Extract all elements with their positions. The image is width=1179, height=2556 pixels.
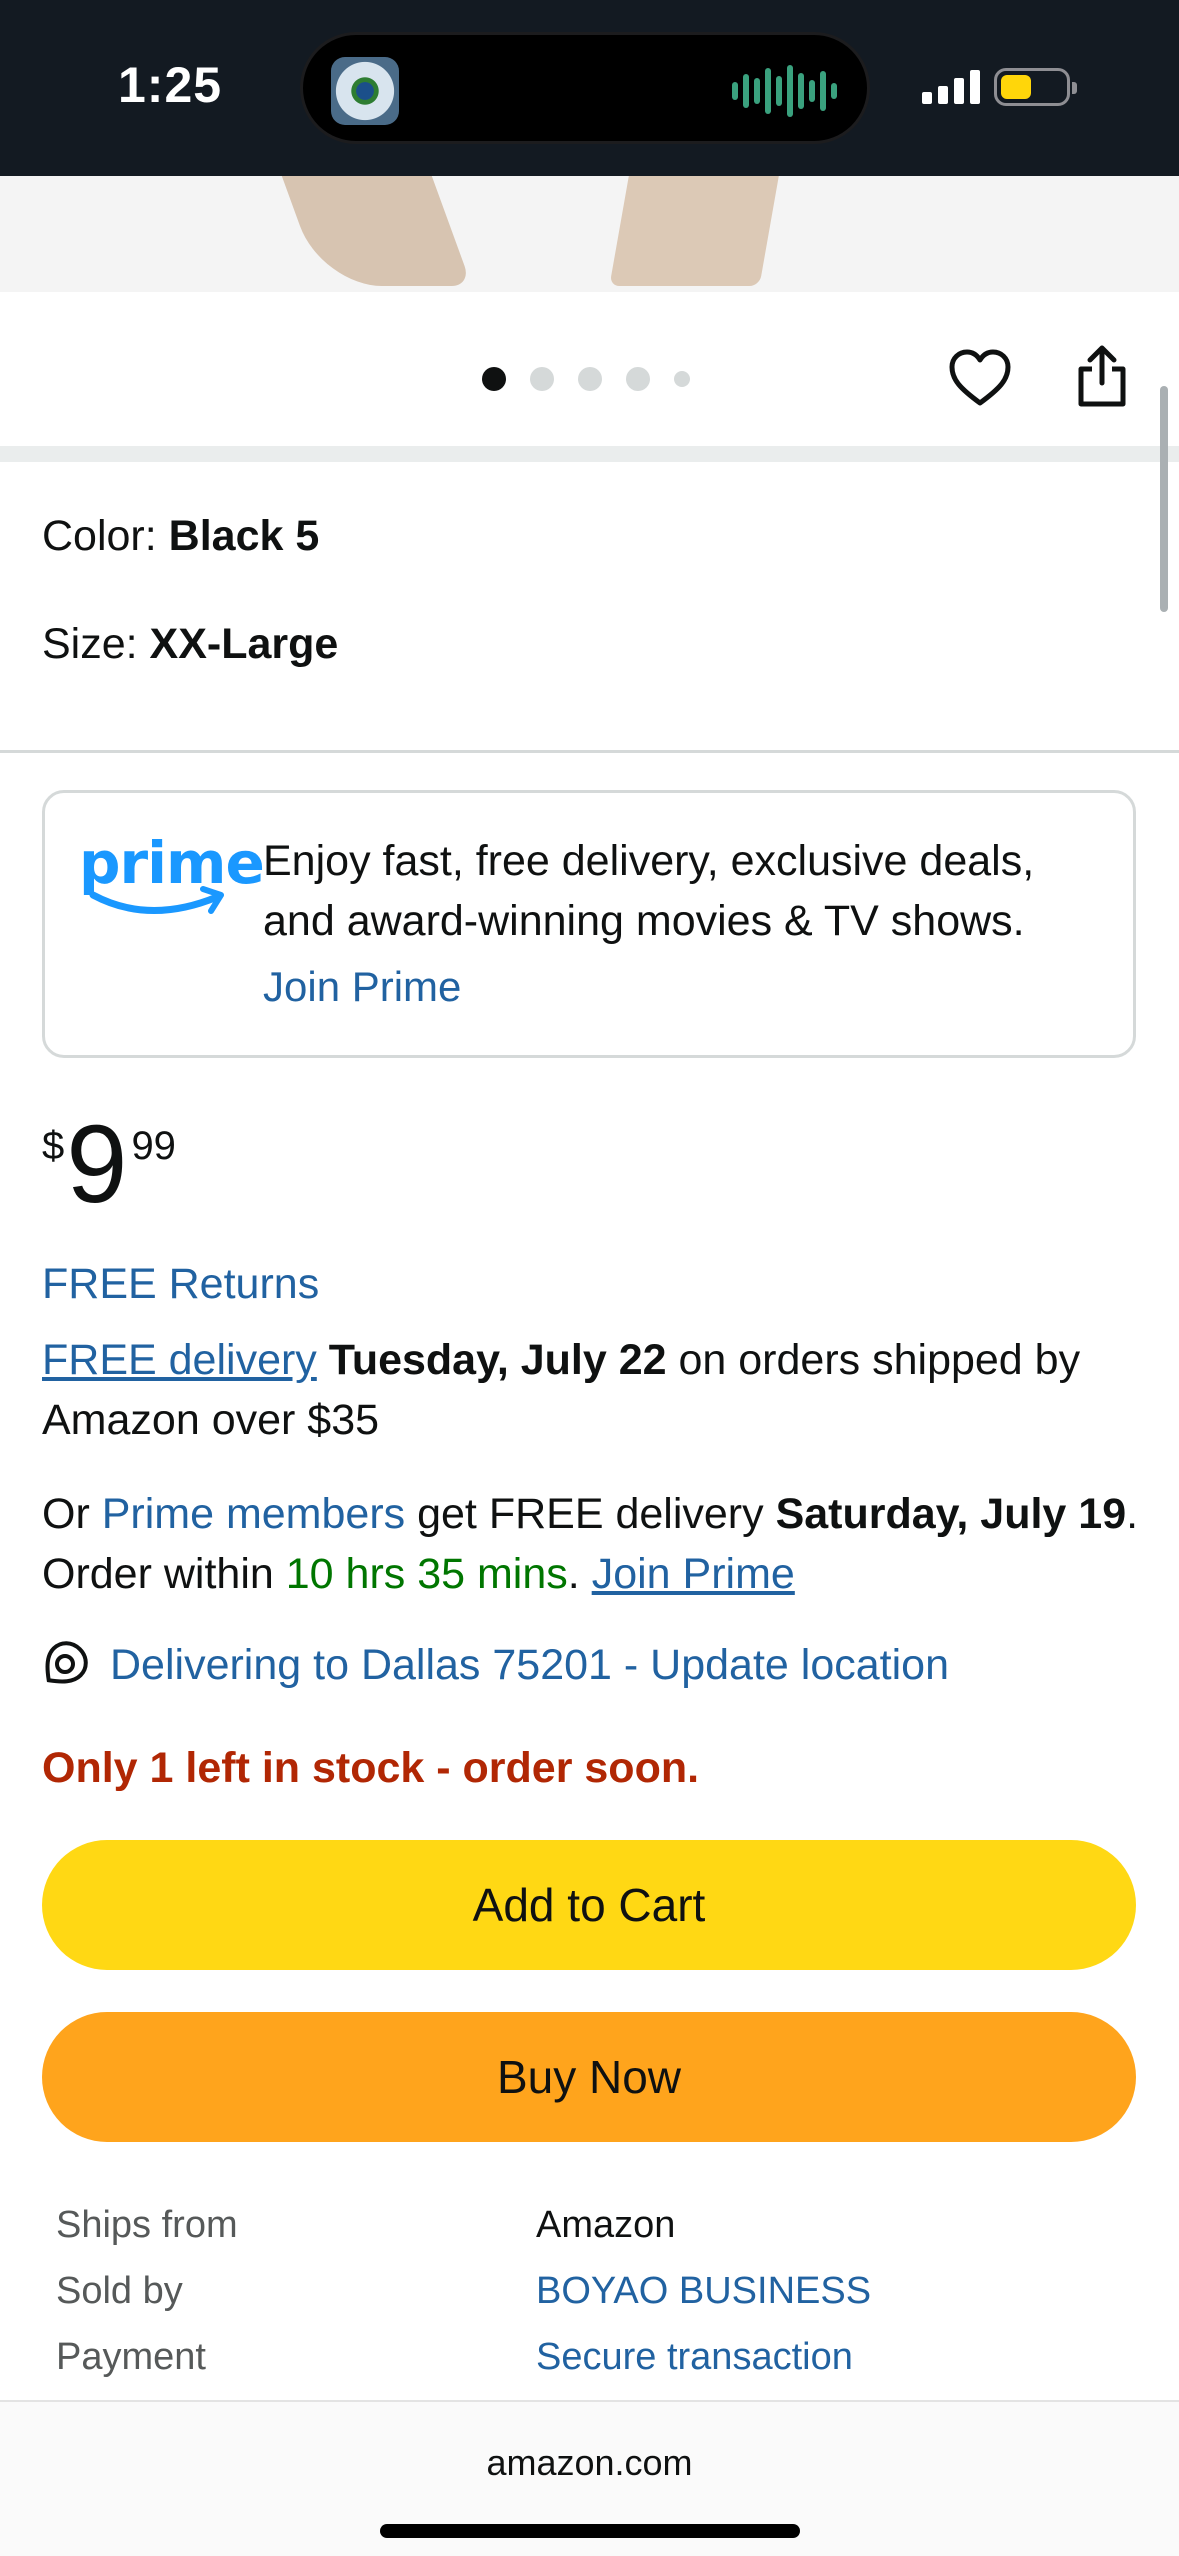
prime-smile-icon [89,886,224,914]
clock: 1:25 [118,57,223,113]
buy-now-button[interactable]: Buy Now [42,2012,1136,2142]
url-text[interactable]: amazon.com [0,2442,1179,2484]
seller-link[interactable]: BOYAO BUSINESS [536,2270,871,2313]
location-pin-icon [45,1641,88,1684]
stock-warning: Only 1 left in stock - order soon. [42,1744,700,1792]
scrollbar[interactable] [1160,386,1168,612]
delivery-message: FREE delivery Tuesday, July 22 on orders… [42,1330,1142,1450]
battery-icon [994,68,1077,106]
prime-delivery-date: Saturday, July 19 [775,1490,1127,1538]
free-delivery-link[interactable]: FREE delivery [42,1336,317,1384]
prime-upsell-card: prime Enjoy fast, free delivery, exclusi… [42,790,1136,1058]
now-playing-app-icon[interactable] [331,57,399,125]
share-button[interactable] [1062,336,1142,416]
section-divider [0,750,1179,753]
price-whole: 9 [66,1103,128,1226]
color-label: Color: [42,512,169,560]
payment-label: Payment [56,2336,206,2378]
delivery-date: Tuesday, July 22 [328,1336,667,1384]
size-label: Size: [42,620,150,668]
image-carousel-controls [0,292,1179,446]
add-to-cart-button[interactable]: Add to Cart [42,1840,1136,1970]
price: $ 9 99 [42,1110,176,1220]
price-fraction: 99 [131,1124,176,1168]
home-indicator[interactable] [380,2524,800,2538]
size-value: XX-Large [149,620,339,668]
carousel-dots[interactable] [482,367,690,391]
wishlist-heart-button[interactable] [940,338,1020,418]
heart-icon [949,349,1011,406]
color-variation[interactable]: Color: Black 5 [42,512,319,561]
ships-from-value: Amazon [536,2204,676,2246]
price-currency: $ [42,1124,65,1168]
prime-logo: prime [79,829,265,929]
carousel-dot[interactable] [482,367,506,391]
size-variation[interactable]: Size: XX-Large [42,620,338,669]
carousel-dot[interactable] [674,371,690,387]
carousel-dot[interactable] [530,367,554,391]
secure-transaction-link[interactable]: Secure transaction [536,2336,853,2379]
delivery-location-text: Delivering to Dallas 75201 - Update loca… [110,1640,949,1689]
sold-by-label: Sold by [56,2270,183,2312]
prime-delivery-message: Or Prime members get FREE delivery Satur… [42,1490,1139,1598]
join-prime-link-inline[interactable]: Join Prime [592,1550,795,1598]
prime-members-link[interactable]: Prime members [102,1490,405,1538]
carousel-dot[interactable] [578,367,602,391]
status-bar: 1:25 [0,0,1179,176]
share-icon [1078,345,1126,407]
join-prime-link[interactable]: Join Prime [263,963,461,1011]
carousel-dot[interactable] [626,367,650,391]
order-countdown: 10 hrs 35 mins [285,1550,568,1598]
product-image[interactable] [0,176,1179,292]
free-returns-link[interactable]: FREE Returns [42,1260,319,1309]
prime-message: Enjoy fast, free delivery, exclusive dea… [263,837,1035,945]
delivery-location-link[interactable]: Delivering to Dallas 75201 - Update loca… [42,1640,949,1690]
cellular-signal-icon [922,66,980,104]
audio-waveform-icon [732,65,837,117]
battery-level [1001,75,1031,99]
dynamic-island[interactable] [300,32,870,144]
browser-address-bar[interactable]: amazon.com [0,2400,1179,2556]
section-divider [0,446,1179,462]
color-value: Black 5 [168,512,320,560]
ships-from-label: Ships from [56,2204,238,2246]
